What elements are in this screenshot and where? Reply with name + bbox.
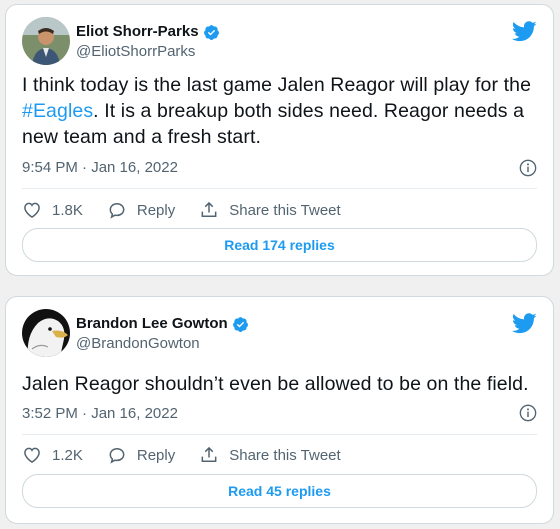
- timestamp[interactable]: 9:54 PM · Jan 16, 2022: [22, 159, 178, 176]
- info-icon[interactable]: [519, 404, 537, 422]
- tweet-text: I think today is the last game Jalen Rea…: [22, 74, 532, 148]
- timestamp[interactable]: 3:52 PM · Jan 16, 2022: [22, 405, 178, 422]
- share-button[interactable]: Share this Tweet: [199, 445, 341, 465]
- action-bar: 1.8K Reply Share this Tweet: [22, 198, 365, 222]
- tweet-text: Jalen Reagor shouldn’t even be allowed t…: [22, 373, 529, 395]
- reply-button[interactable]: Reply: [107, 200, 175, 220]
- reply-button[interactable]: Reply: [107, 445, 175, 465]
- verified-badge-icon: [203, 24, 219, 40]
- reply-bubble-icon: [109, 202, 125, 219]
- tweet-card[interactable]: Brandon Lee Gowton @BrandonGowton Jalen …: [5, 296, 554, 524]
- tweet-header: Eliot Shorr-Parks @EliotShorrParks: [22, 17, 537, 69]
- reply-label: Reply: [136, 201, 176, 219]
- divider: [22, 188, 537, 189]
- like-count: 1.2K: [52, 446, 83, 464]
- read-replies-button[interactable]: Read 45 replies: [22, 474, 537, 508]
- reply-label: Reply: [136, 446, 176, 464]
- heart-icon: [24, 447, 40, 463]
- display-name[interactable]: Brandon Lee Gowton: [76, 314, 228, 334]
- action-bar: 1.2K Reply Share this Tweet: [22, 443, 365, 467]
- share-button[interactable]: Share this Tweet: [199, 200, 341, 220]
- tweet-header: Brandon Lee Gowton @BrandonGowton: [22, 309, 537, 361]
- like-count: 1.8K: [52, 201, 83, 219]
- verified-badge-icon: [232, 316, 248, 332]
- reply-bubble-icon: [109, 447, 125, 464]
- share-label: Share this Tweet: [229, 201, 341, 219]
- handle[interactable]: @EliotShorrParks: [76, 42, 220, 62]
- divider: [22, 434, 537, 435]
- share-label: Share this Tweet: [229, 446, 341, 464]
- display-name[interactable]: Eliot Shorr-Parks: [76, 22, 199, 42]
- avatar[interactable]: [22, 17, 70, 65]
- twitter-bird-icon[interactable]: [512, 21, 537, 42]
- info-icon[interactable]: [519, 159, 537, 177]
- hashtag-link[interactable]: #Eagles: [22, 100, 93, 122]
- twitter-bird-icon[interactable]: [512, 313, 537, 334]
- read-replies-button[interactable]: Read 174 replies: [22, 228, 537, 262]
- heart-icon: [24, 202, 40, 218]
- handle[interactable]: @BrandonGowton: [76, 334, 249, 354]
- share-icon: [201, 446, 217, 462]
- avatar[interactable]: [22, 309, 70, 357]
- share-icon: [201, 201, 217, 217]
- tweet-card[interactable]: Eliot Shorr-Parks @EliotShorrParks I thi…: [5, 4, 554, 276]
- like-button[interactable]: 1.2K: [22, 445, 83, 465]
- like-button[interactable]: 1.8K: [22, 200, 83, 220]
